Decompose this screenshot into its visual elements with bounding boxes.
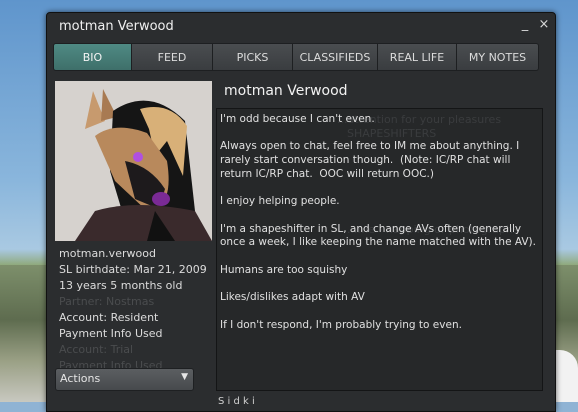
bio-text: I'm odd because I can't even. Always ope… xyxy=(220,113,536,331)
minimize-button[interactable]: _ xyxy=(517,16,533,34)
display-name: motman Verwood xyxy=(224,83,348,99)
close-button[interactable]: × xyxy=(536,16,552,34)
payment-label: Payment Info Used xyxy=(59,327,163,340)
profile-tabs: BIO FEED PICKS CLASSIFIEDS REAL LIFE MY … xyxy=(53,43,539,71)
tab-my-notes[interactable]: MY NOTES xyxy=(457,43,539,71)
tab-feed[interactable]: FEED xyxy=(132,43,213,71)
tab-classifieds[interactable]: CLASSIFIEDS xyxy=(293,43,378,71)
tab-bio[interactable]: BIO xyxy=(53,43,132,71)
account-label: Account: Resident xyxy=(59,311,159,324)
chevron-down-icon: ▼ xyxy=(181,372,188,382)
tab-real-life[interactable]: REAL LIFE xyxy=(378,43,457,71)
age-label: 13 years 5 months old xyxy=(59,279,183,292)
avatar-image xyxy=(55,81,212,241)
profile-picture[interactable] xyxy=(55,81,212,241)
partner-label-ghost: Partner: Nostmas xyxy=(59,295,155,308)
birthdate-label: SL birthdate: Mar 21, 2009 xyxy=(59,263,207,276)
actions-dropdown[interactable]: Actions ▼ xyxy=(55,368,194,391)
window-title: motman Verwood xyxy=(59,19,174,34)
profile-info: motman.verwood SL birthdate: Mar 21, 200… xyxy=(59,246,219,374)
titlebar[interactable]: motman Verwood _ × xyxy=(47,13,555,40)
tab-picks[interactable]: PICKS xyxy=(213,43,293,71)
actions-label: Actions xyxy=(60,372,101,385)
profile-window: motman Verwood _ × BIO FEED PICKS CLASSI… xyxy=(46,12,556,412)
username-label: motman.verwood xyxy=(59,247,156,260)
bio-textbox[interactable]: ...attention for your pleasures SHAPESHI… xyxy=(216,108,543,391)
account-label-ghost: Account: Trial xyxy=(59,343,134,356)
